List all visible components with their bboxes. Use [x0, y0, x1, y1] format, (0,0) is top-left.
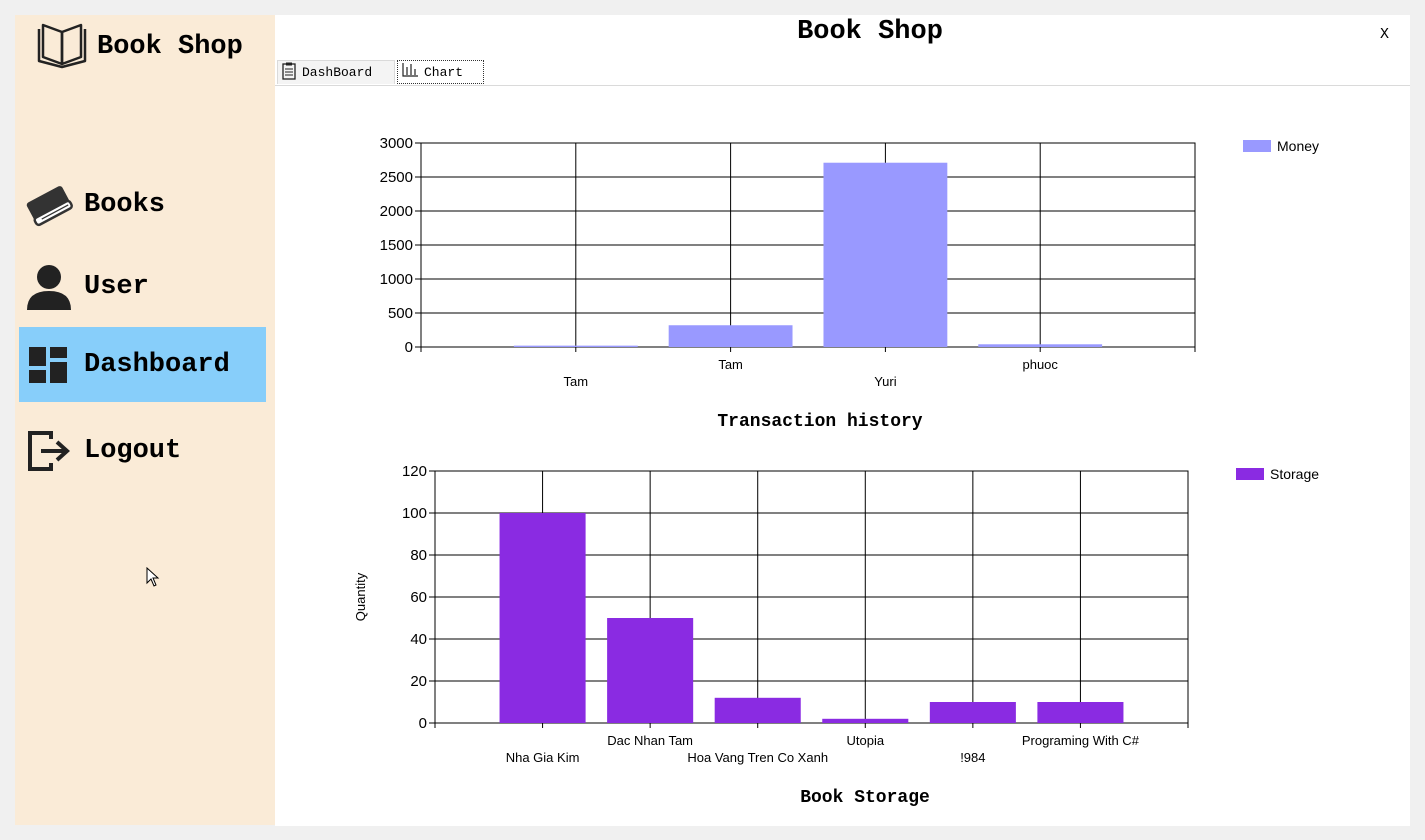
y-tick-label: 500	[388, 305, 413, 322]
bar	[823, 162, 948, 347]
y-tick-label: 100	[402, 505, 427, 522]
bar	[668, 325, 793, 347]
y-axis-label: Quantity	[353, 572, 368, 621]
x-tick-label: Tam	[564, 374, 589, 389]
bar	[978, 344, 1103, 347]
x-tick-label: Tam	[718, 357, 743, 372]
x-tick-label: Programing With C#	[1022, 733, 1140, 748]
chart-title: Transaction history	[717, 412, 922, 432]
tab-chart[interactable]: Chart	[397, 60, 484, 84]
chart-tab-page: 0 500 1000 1500 2000 2500 3000 Tam Tam Yuri phuoc M…	[275, 85, 1410, 826]
sidebar-item-dashboard[interactable]: Dashboard	[19, 327, 266, 402]
tab-dashboard[interactable]: DashBoard	[277, 60, 395, 84]
y-tick-label: 0	[419, 715, 427, 732]
transaction-history-chart: 0 500 1000 1500 2000 2500 3000 Tam Tam Yuri phuoc M…	[380, 135, 1319, 432]
sidebar-item-label: Logout	[84, 435, 182, 466]
bar	[929, 702, 1016, 723]
bar	[513, 345, 638, 347]
x-tick-label: Dac Nhan Tam	[607, 733, 693, 748]
x-tick-label: Nha Gia Kim	[506, 750, 580, 765]
x-tick-label: phuoc	[1022, 357, 1058, 372]
y-tick-label: 2500	[380, 169, 413, 186]
sidebar: Book Shop Books User Dashboard Logout	[15, 15, 275, 825]
app-logo: Book Shop	[37, 21, 243, 73]
clipboard-icon	[282, 62, 302, 84]
sidebar-item-label: Dashboard	[84, 349, 230, 380]
y-tick-label: 80	[410, 547, 427, 564]
sidebar-item-label: Books	[84, 189, 166, 220]
logo-text: Book Shop	[97, 32, 243, 62]
y-tick-label: 20	[410, 673, 427, 690]
book-icon	[23, 179, 75, 231]
chart-title: Book Storage	[800, 788, 930, 808]
book-storage-chart: 0 20 40 60 80 100 120 Nha Gia Kim Dac Nhan Tam Ho…	[353, 463, 1319, 808]
y-tick-label: 2000	[380, 203, 413, 220]
main-panel: Book Shop X DashBoard Chart 0 500 1000 1…	[275, 15, 1410, 826]
x-tick-label: Yuri	[874, 374, 897, 389]
sidebar-item-logout[interactable]: Logout	[19, 413, 266, 488]
y-tick-label: 1500	[380, 237, 413, 254]
y-tick-label: 40	[410, 631, 427, 648]
y-tick-label: 3000	[380, 135, 413, 152]
legend-label: Storage	[1270, 466, 1319, 482]
sidebar-item-label: User	[84, 271, 149, 302]
logout-icon	[23, 425, 75, 477]
sidebar-item-books[interactable]: Books	[19, 167, 266, 242]
legend-swatch	[1236, 468, 1264, 480]
close-button[interactable]: X	[1380, 26, 1389, 43]
bar	[714, 697, 801, 723]
user-icon	[23, 261, 75, 313]
y-tick-label: 1000	[380, 271, 413, 288]
x-tick-label: Utopia	[846, 733, 884, 748]
bar-chart-icon	[402, 63, 424, 81]
y-tick-label: 0	[405, 339, 413, 356]
y-tick-label: 120	[402, 463, 427, 480]
dashboard-icon	[23, 339, 75, 391]
bar	[607, 618, 694, 723]
tab-label: DashBoard	[302, 65, 373, 80]
tab-label: Chart	[424, 64, 464, 80]
x-tick-label: !984	[960, 750, 985, 765]
bar	[1037, 702, 1124, 723]
bar	[822, 718, 909, 723]
bar	[499, 513, 586, 723]
sidebar-item-user[interactable]: User	[19, 249, 266, 324]
open-book-icon	[37, 21, 87, 74]
legend-label: Money	[1277, 138, 1319, 154]
window-title: Book Shop	[797, 17, 943, 47]
y-tick-label: 60	[410, 589, 427, 606]
x-tick-label: Hoa Vang Tren Co Xanh	[687, 750, 828, 765]
legend-swatch	[1243, 140, 1271, 152]
mouse-cursor-icon	[146, 566, 160, 592]
